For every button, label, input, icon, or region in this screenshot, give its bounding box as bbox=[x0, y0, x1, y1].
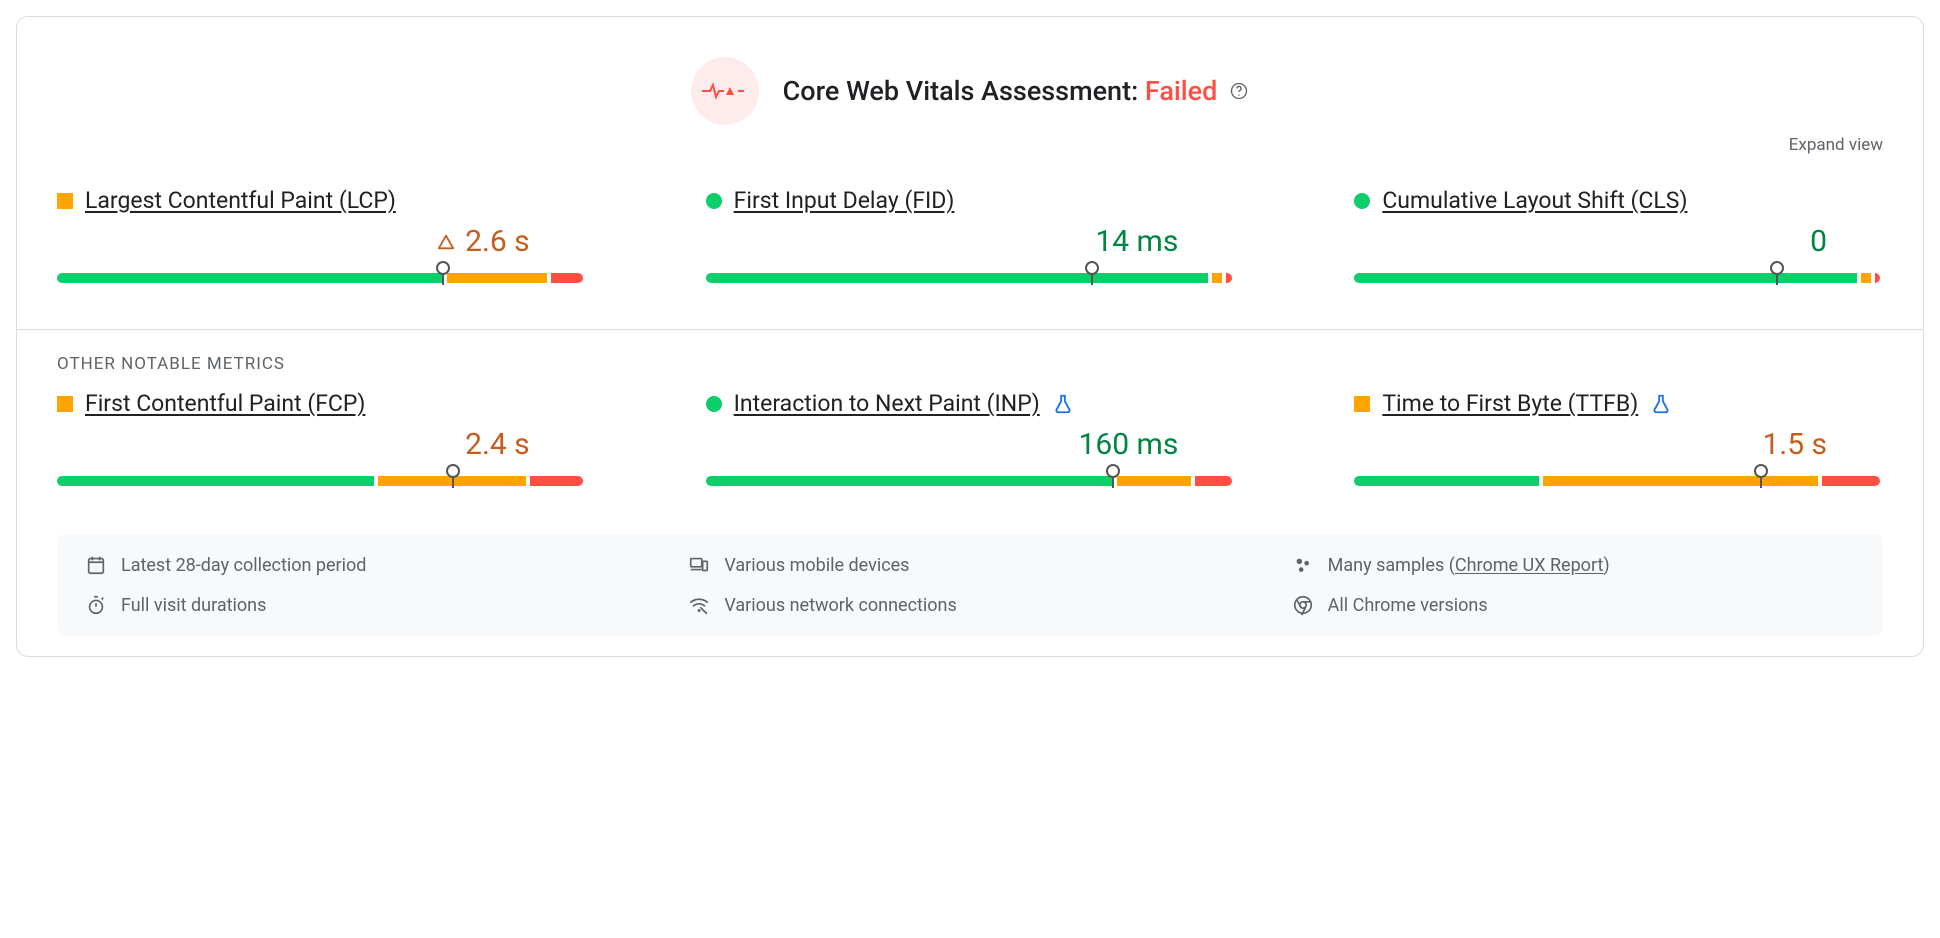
metric-value: 160 ms bbox=[706, 427, 1235, 462]
footer-durations-text: Full visit durations bbox=[121, 595, 266, 616]
metric-interaction-to-next-paint-inp: Interaction to Next Paint (INP) 160 ms bbox=[706, 390, 1235, 486]
metric-value-text: 14 ms bbox=[1095, 224, 1178, 259]
devices-icon bbox=[688, 554, 710, 576]
metric-value: 2.4 s bbox=[57, 427, 586, 462]
help-icon[interactable] bbox=[1229, 81, 1249, 101]
metric-distribution-bar bbox=[57, 273, 586, 283]
footer-network: Various network connections bbox=[688, 594, 1251, 616]
metric-header: Time to First Byte (TTFB) bbox=[1354, 390, 1883, 417]
status-ni-icon bbox=[57, 396, 73, 412]
assessment-title-prefix: Core Web Vitals Assessment: bbox=[783, 75, 1145, 107]
metric-value-text: 1.5 s bbox=[1762, 427, 1827, 462]
metric-value-text: 0 bbox=[1810, 224, 1827, 259]
metric-header: First Input Delay (FID) bbox=[706, 187, 1235, 214]
metric-name-link[interactable]: Time to First Byte (TTFB) bbox=[1382, 390, 1638, 417]
metric-distribution-bar bbox=[706, 476, 1235, 486]
samples-icon bbox=[1292, 554, 1314, 576]
metric-value-text: 2.6 s bbox=[465, 224, 530, 259]
footer-devices: Various mobile devices bbox=[688, 554, 1251, 576]
metric-distribution-bar bbox=[706, 273, 1235, 283]
assessment-card: Core Web Vitals Assessment: Failed Expan… bbox=[16, 16, 1924, 657]
metric-time-to-first-byte-ttfb: Time to First Byte (TTFB) 1.5 s bbox=[1354, 390, 1883, 486]
metric-value: 1.5 s bbox=[1354, 427, 1883, 462]
footer-chrome-text: All Chrome versions bbox=[1328, 595, 1488, 616]
expand-row: Expand view bbox=[17, 135, 1923, 171]
assessment-title: Core Web Vitals Assessment: Failed bbox=[783, 75, 1250, 107]
metric-name-link[interactable]: Largest Contentful Paint (LCP) bbox=[85, 187, 396, 214]
crux-report-link[interactable]: Chrome UX Report bbox=[1455, 555, 1603, 576]
metric-cumulative-layout-shift-cls: Cumulative Layout Shift (CLS) 0 bbox=[1354, 187, 1883, 283]
footer-period: Latest 28-day collection period bbox=[85, 554, 648, 576]
metric-name-link[interactable]: Cumulative Layout Shift (CLS) bbox=[1382, 187, 1687, 214]
metric-value: 2.6 s bbox=[57, 224, 586, 259]
network-icon bbox=[688, 594, 710, 616]
experimental-flask-icon[interactable] bbox=[1052, 393, 1074, 415]
metric-header: First Contentful Paint (FCP) bbox=[57, 390, 586, 417]
status-ni-icon bbox=[1354, 396, 1370, 412]
calendar-icon bbox=[85, 554, 107, 576]
other-metrics-grid: First Contentful Paint (FCP) 2.4 s Inter… bbox=[17, 374, 1923, 502]
footer-period-text: Latest 28-day collection period bbox=[121, 555, 366, 576]
footer-durations: Full visit durations bbox=[85, 594, 648, 616]
metric-value-text: 2.4 s bbox=[465, 427, 530, 462]
status-good-icon bbox=[1354, 193, 1370, 209]
assessment-status: Failed bbox=[1145, 75, 1217, 107]
metric-name-link[interactable]: First Contentful Paint (FCP) bbox=[85, 390, 365, 417]
metric-largest-contentful-paint-lcp: Largest Contentful Paint (LCP) 2.6 s bbox=[57, 187, 586, 283]
status-ni-icon bbox=[57, 193, 73, 209]
footer-network-text: Various network connections bbox=[724, 595, 956, 616]
footer-samples: Many samples (Chrome UX Report) bbox=[1292, 554, 1855, 576]
experimental-flask-icon[interactable] bbox=[1650, 393, 1672, 415]
footer-chrome: All Chrome versions bbox=[1292, 594, 1855, 616]
section-divider bbox=[17, 329, 1923, 330]
metric-value: 14 ms bbox=[706, 224, 1235, 259]
pulse-icon bbox=[691, 57, 759, 125]
metric-first-contentful-paint-fcp: First Contentful Paint (FCP) 2.4 s bbox=[57, 390, 586, 486]
status-good-icon bbox=[706, 396, 722, 412]
metric-first-input-delay-fid: First Input Delay (FID) 14 ms bbox=[706, 187, 1235, 283]
metric-distribution-bar bbox=[57, 476, 586, 486]
metric-value: 0 bbox=[1354, 224, 1883, 259]
footer-samples-text: Many samples (Chrome UX Report) bbox=[1328, 555, 1610, 576]
metric-distribution-bar bbox=[1354, 273, 1883, 283]
core-metrics-grid: Largest Contentful Paint (LCP) 2.6 s Fir… bbox=[17, 171, 1923, 299]
metric-distribution-bar bbox=[1354, 476, 1883, 486]
metric-value-text: 160 ms bbox=[1079, 427, 1179, 462]
other-metrics-heading: OTHER NOTABLE METRICS bbox=[17, 354, 1923, 374]
warning-triangle-icon bbox=[437, 233, 455, 251]
metric-header: Interaction to Next Paint (INP) bbox=[706, 390, 1235, 417]
metric-name-link[interactable]: Interaction to Next Paint (INP) bbox=[734, 390, 1040, 417]
footer-devices-text: Various mobile devices bbox=[724, 555, 909, 576]
metric-header: Largest Contentful Paint (LCP) bbox=[57, 187, 586, 214]
status-good-icon bbox=[706, 193, 722, 209]
metric-name-link[interactable]: First Input Delay (FID) bbox=[734, 187, 955, 214]
footer-info: Latest 28-day collection period Various … bbox=[57, 534, 1883, 636]
metric-header: Cumulative Layout Shift (CLS) bbox=[1354, 187, 1883, 214]
stopwatch-icon bbox=[85, 594, 107, 616]
expand-view-link[interactable]: Expand view bbox=[1789, 135, 1883, 155]
assessment-header: Core Web Vitals Assessment: Failed bbox=[17, 17, 1923, 135]
chrome-icon bbox=[1292, 594, 1314, 616]
